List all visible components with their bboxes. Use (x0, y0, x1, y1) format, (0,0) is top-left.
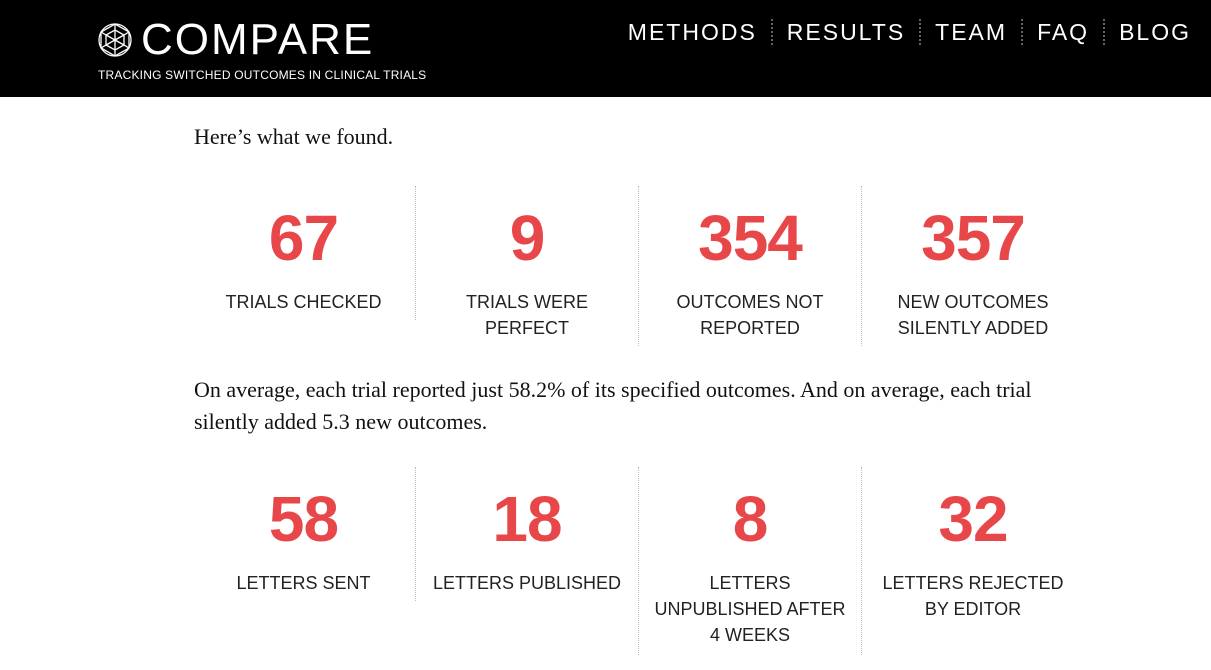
stats-row-letters: 58 LETTERS SENT 18 LETTERS PUBLISHED 8 L… (192, 467, 1084, 655)
stat-label: OUTCOMES NOT REPORTED (676, 292, 824, 338)
stat-letters-unpublished: 8 LETTERS UNPUBLISHED AFTER 4 WEEKS (638, 467, 861, 655)
stat-letters-published: 18 LETTERS PUBLISHED (415, 467, 638, 601)
nav-team[interactable]: TEAM (921, 18, 1021, 46)
stat-label: LETTERS REJECTED BY EDITOR (882, 573, 1064, 619)
stat-value: 18 (492, 483, 562, 555)
logo-text: COMPARE (141, 15, 375, 64)
stat-value: 67 (268, 202, 339, 274)
stat-new-outcomes-added: 357 NEW OUTCOMES SILENTLY ADDED (861, 186, 1084, 346)
stat-value: 9 (509, 202, 546, 274)
stat-value: 354 (698, 202, 803, 274)
site-tagline: TRACKING SWITCHED OUTCOMES IN CLINICAL T… (98, 68, 427, 82)
nav-methods[interactable]: METHODS (614, 18, 771, 46)
stat-value: 32 (938, 483, 1008, 555)
stat-letters-sent: 58 LETTERS SENT (192, 467, 415, 601)
site-logo[interactable]: COMPARE (97, 18, 374, 62)
stat-label: TRIALS WERE PERFECT (465, 292, 589, 338)
stat-label: LETTERS SENT (236, 573, 371, 593)
stat-letters-rejected: 32 LETTERS REJECTED BY EDITOR (861, 467, 1084, 655)
summary-paragraph: On average, each trial reported just 58.… (194, 377, 1032, 434)
stats-row-trials: 67 TRIALS CHECKED 9 TRIALS WERE PERFECT … (192, 186, 1084, 346)
stat-label: LETTERS UNPUBLISHED AFTER 4 WEEKS (654, 573, 846, 645)
site-header: COMPARE TRACKING SWITCHED OUTCOMES IN CL… (0, 0, 1211, 97)
stat-value: 357 (921, 202, 1026, 274)
stat-trials-perfect: 9 TRIALS WERE PERFECT (415, 186, 638, 338)
main-nav: METHODS RESULTS TEAM FAQ BLOG (614, 18, 1191, 46)
intro-text: Here’s what we found. (194, 124, 394, 149)
stat-trials-checked: 67 TRIALS CHECKED (192, 186, 415, 320)
stat-label: LETTERS PUBLISHED (432, 573, 622, 593)
stat-label: TRIALS CHECKED (225, 292, 382, 312)
stat-value: 8 (732, 483, 769, 555)
stat-label: NEW OUTCOMES SILENTLY ADDED (897, 292, 1049, 338)
nav-blog[interactable]: BLOG (1105, 18, 1191, 46)
nav-faq[interactable]: FAQ (1023, 18, 1103, 46)
nav-results[interactable]: RESULTS (773, 18, 919, 46)
stat-outcomes-not-reported: 354 OUTCOMES NOT REPORTED (638, 186, 861, 346)
geodesic-sphere-icon (98, 23, 132, 57)
stat-value: 58 (268, 483, 339, 555)
